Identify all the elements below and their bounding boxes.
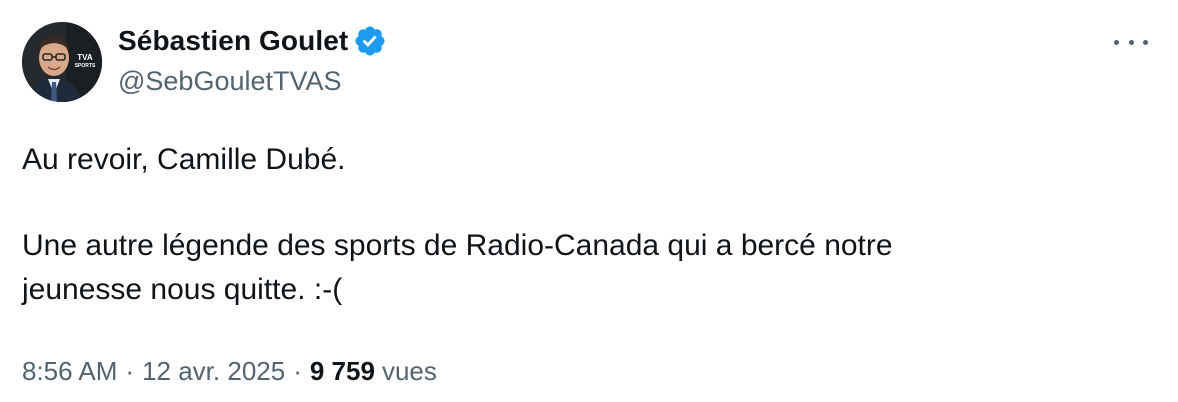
tweet-card: TVA SPORTS Sébastien Goulet @SebGouletTV… (0, 0, 1178, 402)
tweet-text-line: Au revoir, Camille Dubé. (22, 143, 346, 176)
tweet-time[interactable]: 8:56 AM (22, 356, 117, 387)
more-dot (1143, 39, 1148, 45)
tva-sports-logo: TVA SPORTS (74, 52, 96, 69)
svg-text:TVA: TVA (77, 53, 93, 62)
more-options-icon[interactable] (1114, 32, 1148, 52)
views-label: vues (381, 356, 437, 386)
svg-text:SPORTS: SPORTS (75, 63, 96, 69)
tweet-text-line: jeunesse nous quitte. :-( (22, 273, 343, 306)
author-name-row: Sébastien Goulet (118, 24, 387, 58)
views-count: 9 759 (309, 356, 375, 386)
tweet-date[interactable]: 12 avr. 2025 (142, 356, 285, 387)
meta-separator: · (293, 356, 302, 386)
more-dot (1128, 39, 1134, 45)
meta-separator: · (125, 356, 135, 386)
author-handle[interactable]: @SebGouletTVAS (118, 66, 342, 97)
author-avatar[interactable]: TVA SPORTS (22, 22, 102, 102)
verified-badge-icon (353, 24, 387, 58)
tweet-text: Au revoir, Camille Dubé. Une autre légen… (22, 138, 1142, 312)
more-dot (1114, 39, 1119, 45)
tweet-text-line: Une autre légende des sports de Radio-Ca… (22, 229, 893, 262)
author-display-name[interactable]: Sébastien Goulet (118, 25, 348, 57)
avatar-image: TVA SPORTS (22, 22, 102, 102)
tweet-meta: 8:56 AM · 12 avr. 2025 · 9 759 vues (22, 356, 437, 387)
